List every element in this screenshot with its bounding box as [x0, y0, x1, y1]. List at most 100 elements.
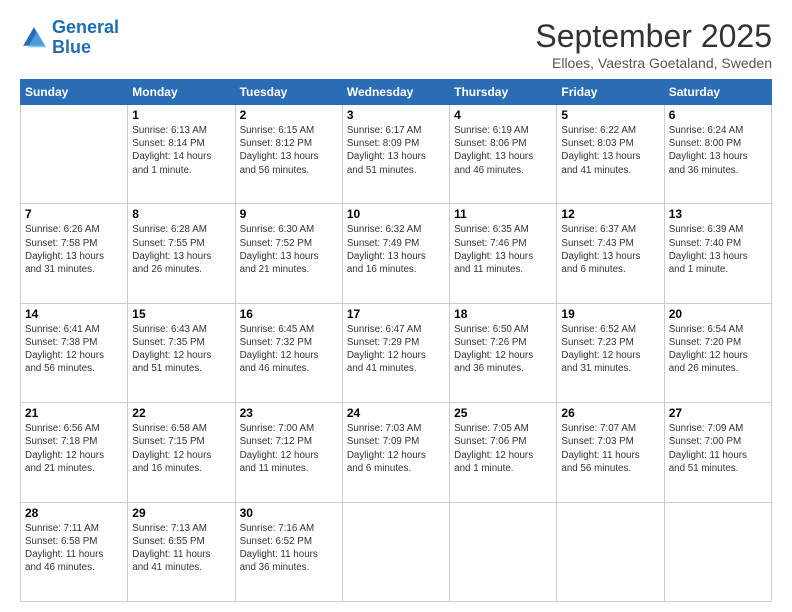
cell-content: Sunrise: 6:47 AM Sunset: 7:29 PM Dayligh…	[347, 323, 445, 376]
cell-content: Sunrise: 6:24 AM Sunset: 8:00 PM Dayligh…	[669, 124, 767, 177]
day-number: 13	[669, 207, 767, 221]
cell-content: Sunrise: 6:15 AM Sunset: 8:12 PM Dayligh…	[240, 124, 338, 177]
cell-content: Sunrise: 6:19 AM Sunset: 8:06 PM Dayligh…	[454, 124, 552, 177]
calendar-header-row: Sunday Monday Tuesday Wednesday Thursday…	[21, 80, 772, 105]
calendar-cell: 14 Sunrise: 6:41 AM Sunset: 7:38 PM Dayli…	[21, 303, 128, 402]
calendar-week-row: 1 Sunrise: 6:13 AM Sunset: 8:14 PM Daylig…	[21, 105, 772, 204]
day-number: 19	[561, 307, 659, 321]
day-number: 23	[240, 406, 338, 420]
calendar-cell: 19 Sunrise: 6:52 AM Sunset: 7:23 PM Dayli…	[557, 303, 664, 402]
cell-content: Sunrise: 6:26 AM Sunset: 7:58 PM Dayligh…	[25, 223, 123, 276]
header: General Blue September 2025 Elloes, Vaes…	[20, 18, 772, 71]
calendar-cell: 4Sunrise: 6:19 AM Sunset: 8:06 PM Daylig…	[450, 105, 557, 204]
calendar-cell: 11 Sunrise: 6:35 AM Sunset: 7:46 PM Dayli…	[450, 204, 557, 303]
calendar-cell	[342, 502, 449, 601]
calendar-cell: 25 Sunrise: 7:05 AM Sunset: 7:06 PM Dayli…	[450, 403, 557, 502]
col-tuesday: Tuesday	[235, 80, 342, 105]
cell-content: Sunrise: 6:35 AM Sunset: 7:46 PM Dayligh…	[454, 223, 552, 276]
day-number: 11	[454, 207, 552, 221]
calendar-cell: 8 Sunrise: 6:28 AM Sunset: 7:55 PM Daylig…	[128, 204, 235, 303]
day-number: 10	[347, 207, 445, 221]
calendar-cell	[21, 105, 128, 204]
cell-content: Sunrise: 6:58 AM Sunset: 7:15 PM Dayligh…	[132, 422, 230, 475]
calendar-cell	[557, 502, 664, 601]
cell-content: Sunrise: 6:13 AM Sunset: 8:14 PM Dayligh…	[132, 124, 230, 177]
calendar-cell: 2 Sunrise: 6:15 AM Sunset: 8:12 PM Daylig…	[235, 105, 342, 204]
logo-line2: Blue	[52, 37, 91, 57]
calendar-week-row: 21Sunrise: 6:56 AM Sunset: 7:18 PM Dayli…	[21, 403, 772, 502]
day-number: 27	[669, 406, 767, 420]
cell-content: Sunrise: 6:41 AM Sunset: 7:38 PM Dayligh…	[25, 323, 123, 376]
day-number: 26	[561, 406, 659, 420]
day-number: 22	[132, 406, 230, 420]
calendar-cell: 29 Sunrise: 7:13 AM Sunset: 6:55 PM Dayli…	[128, 502, 235, 601]
calendar-cell: 15 Sunrise: 6:43 AM Sunset: 7:35 PM Dayli…	[128, 303, 235, 402]
day-number: 29	[132, 506, 230, 520]
calendar-cell: 23 Sunrise: 7:00 AM Sunset: 7:12 PM Dayli…	[235, 403, 342, 502]
day-number: 17	[347, 307, 445, 321]
day-number: 8	[132, 207, 230, 221]
cell-content: Sunrise: 6:37 AM Sunset: 7:43 PM Dayligh…	[561, 223, 659, 276]
calendar-cell: 10 Sunrise: 6:32 AM Sunset: 7:49 PM Dayli…	[342, 204, 449, 303]
cell-content: Sunrise: 6:39 AM Sunset: 7:40 PM Dayligh…	[669, 223, 767, 276]
col-saturday: Saturday	[664, 80, 771, 105]
calendar-cell: 26 Sunrise: 7:07 AM Sunset: 7:03 PM Dayli…	[557, 403, 664, 502]
calendar-week-row: 7 Sunrise: 6:26 AM Sunset: 7:58 PM Daylig…	[21, 204, 772, 303]
cell-content: Sunrise: 7:05 AM Sunset: 7:06 PM Dayligh…	[454, 422, 552, 475]
calendar-cell: 13 Sunrise: 6:39 AM Sunset: 7:40 PM Dayli…	[664, 204, 771, 303]
cell-content: Sunrise: 7:11 AM Sunset: 6:58 PM Dayligh…	[25, 522, 123, 575]
day-number: 24	[347, 406, 445, 420]
cell-content: Sunrise: 7:07 AM Sunset: 7:03 PM Dayligh…	[561, 422, 659, 475]
day-number: 7	[25, 207, 123, 221]
calendar-cell: 21Sunrise: 6:56 AM Sunset: 7:18 PM Dayli…	[21, 403, 128, 502]
cell-content: Sunrise: 6:43 AM Sunset: 7:35 PM Dayligh…	[132, 323, 230, 376]
day-number: 28	[25, 506, 123, 520]
calendar-cell: 7 Sunrise: 6:26 AM Sunset: 7:58 PM Daylig…	[21, 204, 128, 303]
calendar-cell: 28 Sunrise: 7:11 AM Sunset: 6:58 PM Dayli…	[21, 502, 128, 601]
day-number: 3	[347, 108, 445, 122]
day-number: 25	[454, 406, 552, 420]
calendar-cell	[450, 502, 557, 601]
day-number: 9	[240, 207, 338, 221]
calendar-cell: 17 Sunrise: 6:47 AM Sunset: 7:29 PM Dayli…	[342, 303, 449, 402]
cell-content: Sunrise: 6:17 AM Sunset: 8:09 PM Dayligh…	[347, 124, 445, 177]
day-number: 6	[669, 108, 767, 122]
calendar-cell: 12 Sunrise: 6:37 AM Sunset: 7:43 PM Dayli…	[557, 204, 664, 303]
calendar-cell: 16 Sunrise: 6:45 AM Sunset: 7:32 PM Dayli…	[235, 303, 342, 402]
calendar-cell: 5Sunrise: 6:22 AM Sunset: 8:03 PM Daylig…	[557, 105, 664, 204]
calendar-cell: 6 Sunrise: 6:24 AM Sunset: 8:00 PM Daylig…	[664, 105, 771, 204]
calendar-cell	[664, 502, 771, 601]
cell-content: Sunrise: 6:28 AM Sunset: 7:55 PM Dayligh…	[132, 223, 230, 276]
page: General Blue September 2025 Elloes, Vaes…	[0, 0, 792, 612]
day-number: 30	[240, 506, 338, 520]
day-number: 1	[132, 108, 230, 122]
location: Elloes, Vaestra Goetaland, Sweden	[535, 55, 772, 71]
day-number: 14	[25, 307, 123, 321]
cell-content: Sunrise: 6:50 AM Sunset: 7:26 PM Dayligh…	[454, 323, 552, 376]
cell-content: Sunrise: 6:45 AM Sunset: 7:32 PM Dayligh…	[240, 323, 338, 376]
calendar-week-row: 28 Sunrise: 7:11 AM Sunset: 6:58 PM Dayli…	[21, 502, 772, 601]
col-monday: Monday	[128, 80, 235, 105]
cell-content: Sunrise: 6:30 AM Sunset: 7:52 PM Dayligh…	[240, 223, 338, 276]
day-number: 18	[454, 307, 552, 321]
cell-content: Sunrise: 7:00 AM Sunset: 7:12 PM Dayligh…	[240, 422, 338, 475]
calendar-cell: 18 Sunrise: 6:50 AM Sunset: 7:26 PM Dayli…	[450, 303, 557, 402]
cell-content: Sunrise: 6:54 AM Sunset: 7:20 PM Dayligh…	[669, 323, 767, 376]
col-friday: Friday	[557, 80, 664, 105]
day-number: 15	[132, 307, 230, 321]
calendar-week-row: 14 Sunrise: 6:41 AM Sunset: 7:38 PM Dayli…	[21, 303, 772, 402]
col-wednesday: Wednesday	[342, 80, 449, 105]
day-number: 12	[561, 207, 659, 221]
calendar-cell: 22 Sunrise: 6:58 AM Sunset: 7:15 PM Dayli…	[128, 403, 235, 502]
cell-content: Sunrise: 6:32 AM Sunset: 7:49 PM Dayligh…	[347, 223, 445, 276]
col-sunday: Sunday	[21, 80, 128, 105]
day-number: 2	[240, 108, 338, 122]
cell-content: Sunrise: 6:52 AM Sunset: 7:23 PM Dayligh…	[561, 323, 659, 376]
cell-content: Sunrise: 7:13 AM Sunset: 6:55 PM Dayligh…	[132, 522, 230, 575]
title-block: September 2025 Elloes, Vaestra Goetaland…	[535, 18, 772, 71]
day-number: 16	[240, 307, 338, 321]
calendar-cell: 24Sunrise: 7:03 AM Sunset: 7:09 PM Dayli…	[342, 403, 449, 502]
day-number: 5	[561, 108, 659, 122]
calendar-cell: 30Sunrise: 7:16 AM Sunset: 6:52 PM Dayli…	[235, 502, 342, 601]
col-thursday: Thursday	[450, 80, 557, 105]
